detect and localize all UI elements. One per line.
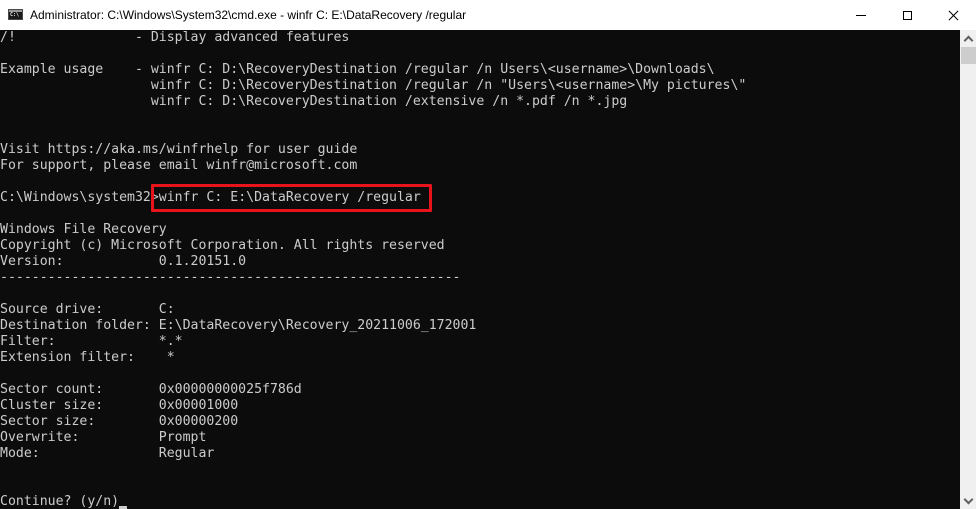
minimize-button[interactable]: [838, 0, 884, 30]
continue-prompt: Continue? (y/n): [0, 494, 120, 509]
cmd-window: Administrator: C:\Windows\System32\cmd.e…: [0, 0, 976, 509]
console-line: Mode: Regular: [0, 446, 215, 461]
scroll-down-button[interactable]: [960, 492, 976, 509]
chevron-up-icon: [963, 35, 973, 45]
console-line: Visit https://aka.ms/winfrhelp for user …: [0, 142, 358, 157]
console-line: For support, please email winfr@microsof…: [0, 158, 358, 173]
console-line: Filter: *.*: [0, 334, 183, 349]
console-line: Example usage - winfr C: D:\RecoveryDest…: [0, 62, 715, 77]
close-button[interactable]: [930, 0, 976, 30]
window-title: Administrator: C:\Windows\System32\cmd.e…: [30, 8, 467, 22]
scroll-up-button[interactable]: [960, 30, 976, 47]
command-highlight-box: [151, 184, 432, 212]
close-icon: [948, 10, 959, 21]
console-line: Windows File Recovery: [0, 222, 167, 237]
title-bar[interactable]: Administrator: C:\Windows\System32\cmd.e…: [0, 0, 976, 30]
console-line: Destination folder: E:\DataRecovery\Reco…: [0, 318, 477, 333]
minimize-icon: [856, 14, 866, 16]
console-output[interactable]: /! - Display advanced features Example us…: [0, 30, 960, 509]
maximize-icon: [902, 10, 912, 20]
maximize-button[interactable]: [884, 0, 930, 30]
console-line: Overwrite: Prompt: [0, 430, 207, 445]
vertical-scrollbar[interactable]: [960, 30, 976, 509]
console-line: /! - Display advanced features: [0, 30, 350, 45]
console-line: winfr C: D:\RecoveryDestination /extensi…: [0, 94, 628, 109]
chevron-down-icon: [963, 494, 973, 504]
continue-prompt-line[interactable]: Continue? (y/n): [0, 494, 128, 509]
console-line: Sector count: 0x00000000025f786d: [0, 382, 302, 397]
cmd-console-icon[interactable]: [8, 9, 23, 20]
console-line: Version: 0.1.20151.0: [0, 254, 247, 269]
console-line: Source drive: C:: [0, 302, 175, 317]
console-line: Cluster size: 0x00001000: [0, 398, 239, 413]
console-line: winfr C: D:\RecoveryDestination /regular…: [0, 78, 747, 93]
prompt-path: C:\Windows\system32: [0, 190, 151, 205]
scroll-thumb[interactable]: [961, 47, 976, 64]
console-line: Copyright (c) Microsoft Corporation. All…: [0, 238, 445, 253]
console-line: Sector size: 0x00000200: [0, 414, 239, 429]
console-line: Extension filter: *: [0, 350, 175, 365]
console-line: ----------------------------------------…: [0, 270, 461, 285]
